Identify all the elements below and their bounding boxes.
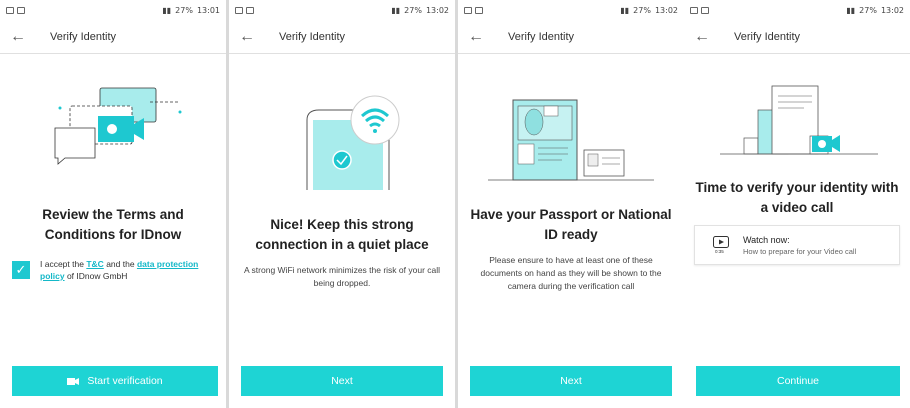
battery-text: 27% — [633, 5, 651, 15]
app-bar: ← Verify Identity — [458, 20, 684, 54]
page-description: A strong WiFi network minimizes the risk… — [243, 265, 441, 288]
accept-middle: and the — [106, 259, 135, 269]
start-verification-button[interactable]: Start verification — [12, 366, 218, 396]
page-title: Review the Terms and Conditions for IDno… — [42, 207, 184, 242]
signal-icon: ▮▮ — [162, 5, 172, 15]
phone-wifi-illustration — [306, 95, 400, 190]
accept-prefix: I accept the — [40, 259, 84, 269]
accept-suffix: of IDnow GmbH — [66, 271, 128, 281]
page-description: Please ensure to have at least one of th… — [480, 255, 662, 291]
screen-connection: ▮▮ 27% 13:02 ← Verify Identity Nice! Keep … — [229, 0, 455, 408]
play-video-icon: 0:35 — [713, 236, 729, 254]
appbar-title: Verify Identity — [508, 30, 575, 43]
notification-icon — [246, 6, 254, 14]
notification-icon — [6, 6, 14, 14]
button-label: Start verification — [87, 375, 163, 387]
passport-id-illustration — [488, 99, 654, 181]
signal-icon: ▮▮ — [391, 5, 401, 15]
page-title: Nice! Keep this strong connection in a q… — [255, 217, 429, 252]
notification-icon — [701, 6, 709, 14]
screen-terms: ▮▮ 27% 13:01 ← Verify Identity Review the … — [0, 0, 226, 408]
app-bar: ← Verify Identity — [0, 20, 226, 54]
accept-text: I accept the T&C and the data protection… — [40, 258, 210, 282]
chat-video-illustration — [54, 87, 182, 165]
signal-icon: ▮▮ — [846, 5, 856, 15]
screen-passport: ▮▮ 27% 13:02 ← Verify Identity Have your P… — [458, 0, 684, 408]
appbar-title: Verify Identity — [279, 30, 346, 43]
back-arrow-icon[interactable]: ← — [239, 28, 265, 46]
status-bar: ▮▮ 27% 13:02 — [458, 0, 684, 20]
accept-checkbox[interactable]: ✓ — [12, 261, 30, 279]
back-arrow-icon[interactable]: ← — [694, 28, 720, 46]
signal-icon: ▮▮ — [620, 5, 630, 15]
appbar-title: Verify Identity — [734, 30, 801, 43]
documents-video-illustration — [720, 85, 878, 155]
next-button[interactable]: Next — [241, 366, 443, 396]
status-bar: ▮▮ 27% 13:02 — [684, 0, 910, 20]
button-label: Continue — [776, 375, 820, 387]
back-arrow-icon[interactable]: ← — [10, 28, 36, 46]
back-arrow-icon[interactable]: ← — [468, 28, 494, 46]
app-bar: ← Verify Identity — [684, 20, 910, 54]
app-bar: ← Verify Identity — [229, 20, 455, 54]
button-label: Next — [560, 375, 582, 387]
appbar-title: Verify Identity — [50, 30, 117, 43]
notification-icon — [464, 6, 472, 14]
status-bar: ▮▮ 27% 13:02 — [229, 0, 455, 20]
battery-text: 27% — [859, 5, 877, 15]
battery-text: 27% — [175, 5, 193, 15]
continue-button[interactable]: Continue — [696, 366, 900, 396]
time-text: 13:02 — [425, 5, 449, 15]
watch-video-card[interactable]: 0:35 Watch now: How to prepare for your … — [694, 225, 900, 265]
battery-text: 27% — [404, 5, 422, 15]
status-bar: ▮▮ 27% 13:01 — [0, 0, 226, 20]
video-camera-icon — [67, 377, 80, 385]
accept-terms-row: ✓ I accept the T&C and the data protecti… — [12, 258, 210, 282]
next-button[interactable]: Next — [470, 366, 672, 396]
watch-text: Watch now: How to prepare for your Video… — [743, 235, 856, 256]
page-title: Time to verify your identity with a vide… — [695, 180, 899, 215]
notification-icon — [475, 6, 483, 14]
notification-icon — [690, 6, 698, 14]
notification-icon — [17, 6, 25, 14]
time-text: 13:02 — [654, 5, 678, 15]
screens-row: ▮▮ 27% 13:01 ← Verify Identity Review the … — [0, 0, 910, 408]
page-title: Have your Passport or National ID ready — [470, 207, 672, 242]
watch-subtitle: How to prepare for your Video call — [743, 246, 857, 256]
screen-video-call: ▮▮ 27% 13:02 ← Verify Identity Time to ver… — [684, 0, 910, 408]
tc-link[interactable]: T&C — [86, 259, 103, 269]
button-label: Next — [331, 375, 353, 387]
time-text: 13:01 — [196, 5, 220, 15]
notification-icon — [235, 6, 243, 14]
video-duration-caption: 0:35 — [715, 249, 724, 254]
watch-title: Watch now: — [743, 234, 790, 245]
time-text: 13:02 — [880, 5, 904, 15]
